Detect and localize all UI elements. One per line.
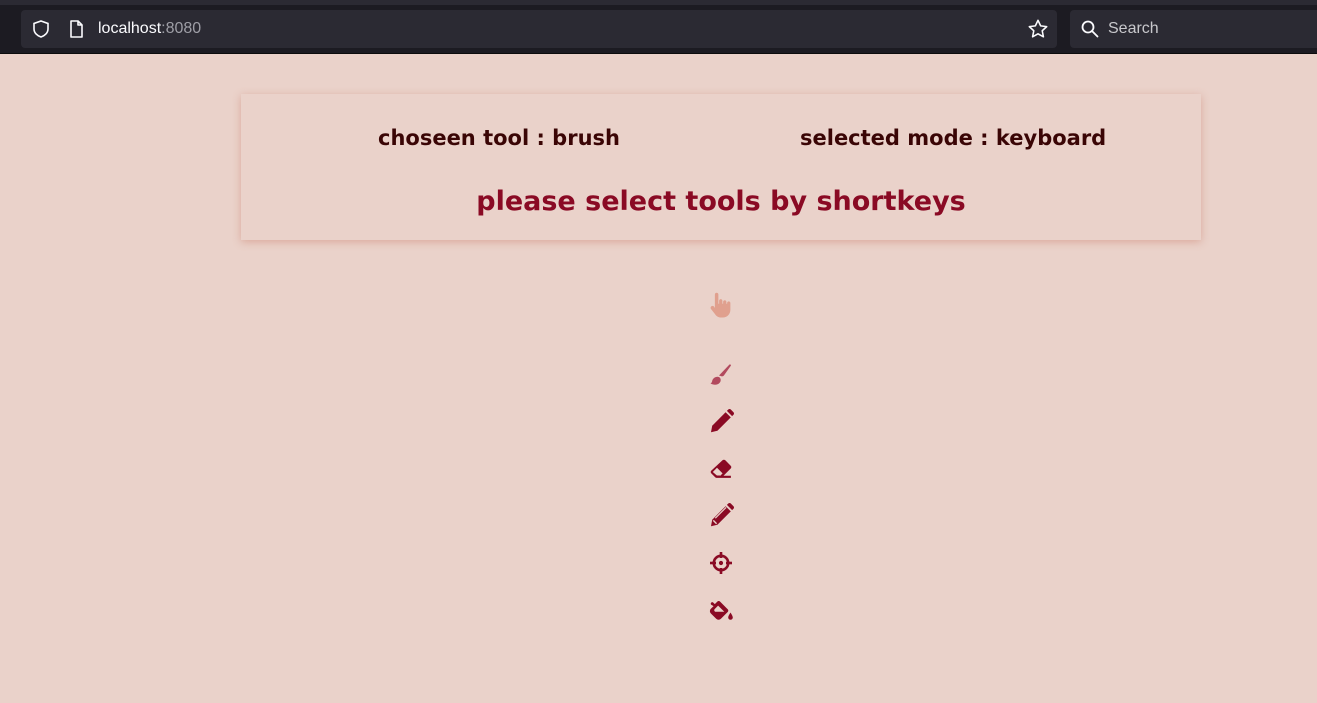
fill-bucket-icon[interactable] [707, 596, 735, 624]
eraser-icon[interactable] [707, 455, 735, 483]
pen-icon[interactable] [707, 408, 735, 436]
bookmark-star-icon[interactable] [1027, 18, 1049, 40]
pencil-icon[interactable] [707, 502, 735, 530]
page-icon [70, 20, 83, 38]
search-bar[interactable]: Search [1070, 10, 1317, 48]
hand-pointer-icon[interactable] [706, 290, 736, 320]
shortkeys-hint: please select tools by shortkeys [476, 186, 966, 217]
search-placeholder[interactable]: Search [1108, 19, 1159, 39]
browser-toolbar: localhost:8080 Search [0, 5, 1317, 54]
url-host: localhost [98, 20, 162, 37]
chosen-tool-status: choseen tool : brush [378, 126, 620, 150]
info-panel: choseen tool : brush selected mode : key… [241, 94, 1201, 240]
brush-icon[interactable] [707, 361, 735, 389]
url-port: :8080 [161, 20, 202, 37]
search-icon [1081, 20, 1099, 38]
crosshairs-icon[interactable] [707, 549, 735, 577]
selected-mode-status: selected mode : keyboard [800, 126, 1107, 150]
url-bar[interactable]: localhost:8080 [21, 10, 1057, 48]
url-text[interactable]: localhost:8080 [98, 19, 201, 39]
shield-icon[interactable] [31, 19, 51, 39]
